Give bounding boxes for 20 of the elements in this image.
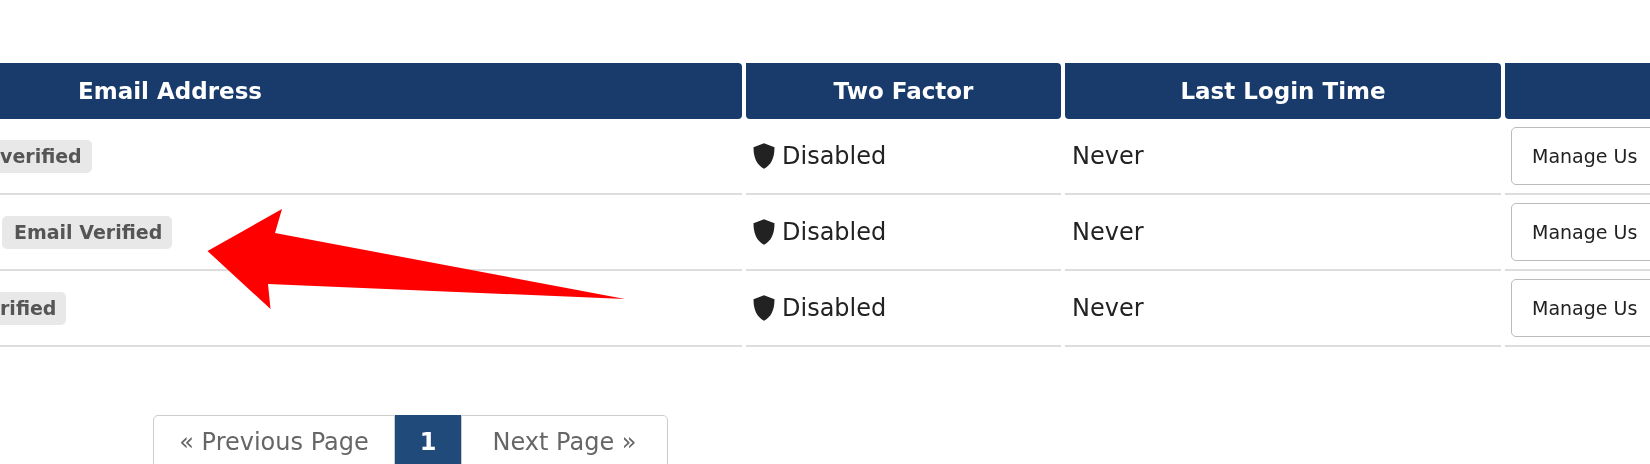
last-login-time: Never (1072, 142, 1144, 170)
status-tag: rified (0, 291, 67, 325)
column-header: Two Factor (746, 63, 1061, 119)
shield-icon (752, 294, 776, 322)
manage-user-button[interactable]: Manage Us (1511, 127, 1650, 185)
status-tag: verified (0, 139, 92, 173)
shield-icon (752, 142, 776, 170)
last-login-time: Never (1072, 218, 1144, 246)
status-tag: Email Verified (2, 215, 173, 249)
next-page-link[interactable]: Next Page » (461, 415, 668, 464)
column-header: Email Address (0, 63, 742, 119)
manage-user-button[interactable]: Manage Us (1511, 279, 1650, 337)
two-factor-status: Disabled (782, 218, 887, 246)
page-number[interactable]: 1 (395, 415, 461, 464)
shield-icon (752, 218, 776, 246)
two-factor-status: Disabled (782, 142, 887, 170)
two-factor-status: Disabled (782, 294, 887, 322)
manage-user-button[interactable]: Manage Us (1511, 203, 1650, 261)
column-header: Last Login Time (1065, 63, 1501, 119)
last-login-time: Never (1072, 294, 1144, 322)
